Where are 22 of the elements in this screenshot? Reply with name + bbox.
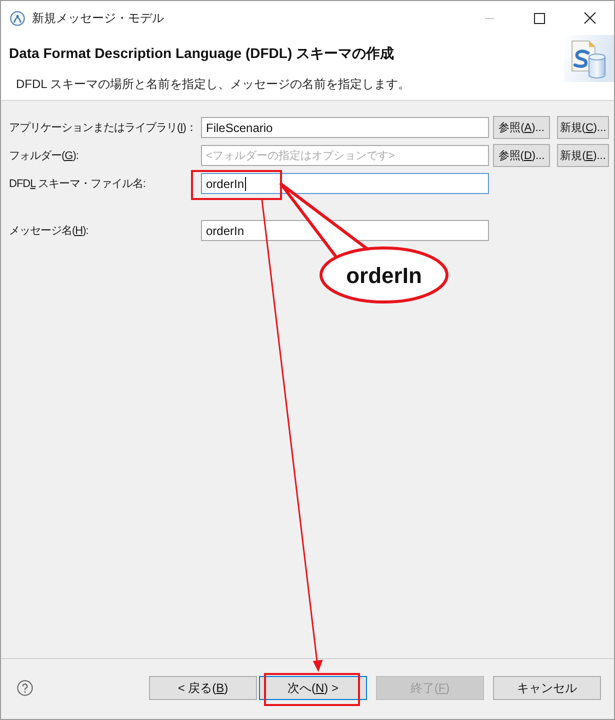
- page-description: DFDL スキーマの場所と名前を指定し、メッセージの名前を指定します。: [15, 76, 412, 93]
- browse-button[interactable]: 参照(A)...: [493, 116, 550, 139]
- app-logo-icon: [10, 10, 25, 26]
- field-label: DFDL スキーマ・ファイル名:: [9, 177, 146, 191]
- text-cursor-icon: [245, 176, 246, 190]
- page-title: Data Format Description Language (DFDL) スキーマの作成: [9, 45, 396, 63]
- field-label: フォルダー(G):: [9, 149, 80, 163]
- field-label: アプリケーションまたはライブラリ(I)：: [9, 120, 198, 135]
- text-field[interactable]: orderIn: [201, 173, 489, 194]
- cancel-button[interactable]: キャンセル: [493, 676, 601, 700]
- field-label: メッセージ名(H):: [9, 224, 90, 238]
- back-button[interactable]: < 戻る(B): [149, 676, 257, 700]
- maximize-icon[interactable]: [534, 12, 545, 24]
- window-title: 新規メッセージ・モデル: [32, 10, 164, 26]
- browse-button[interactable]: 参照(D)...: [493, 144, 550, 167]
- new-button[interactable]: 新規(E)...: [557, 144, 609, 167]
- new-button[interactable]: 新規(C)...: [557, 116, 609, 139]
- next-button[interactable]: 次へ(N) >: [259, 676, 367, 700]
- close-icon[interactable]: [584, 12, 596, 24]
- help-icon[interactable]: [17, 680, 33, 696]
- text-field[interactable]: FileScenario: [201, 117, 489, 138]
- callout-text: orderIn: [346, 263, 422, 288]
